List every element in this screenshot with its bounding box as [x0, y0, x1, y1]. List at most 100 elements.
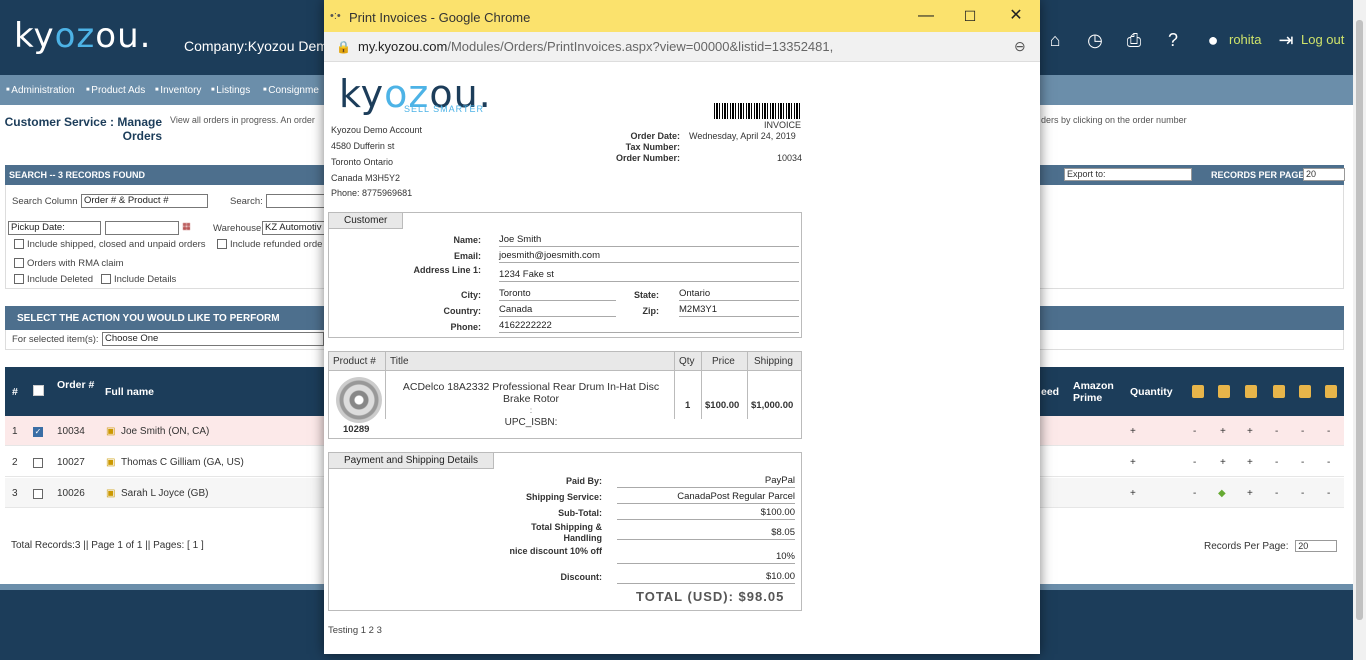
rma-checkbox[interactable]	[14, 258, 24, 269]
records-per-page-label: RECORDS PER PAGE:	[1211, 170, 1308, 180]
customer-state-value: Ontario	[679, 288, 799, 301]
quantity-plus[interactable]: +	[1130, 426, 1136, 437]
zip-label: Zip:	[642, 306, 660, 316]
calendar-icon[interactable]: ▦	[182, 221, 191, 232]
order-number-label: Order Number:	[615, 153, 680, 163]
nav-product-ads[interactable]: Product Ads	[86, 85, 145, 96]
cell-dash: -	[1275, 488, 1279, 499]
note-icon[interactable]	[1192, 385, 1204, 398]
col-order[interactable]: Order #	[57, 379, 97, 391]
order-edit-icon[interactable]: ▣	[106, 426, 115, 437]
nav-consignment[interactable]: Consignme	[263, 85, 319, 96]
col-amazon-prime[interactable]: Amazon Prime	[1073, 380, 1123, 404]
shipping-handling-label: Total Shipping & Handling	[531, 522, 602, 543]
include-deleted-option[interactable]: Include Deleted	[14, 274, 93, 285]
doc-icon[interactable]	[1299, 385, 1311, 398]
product-sku: 10289	[343, 424, 370, 435]
include-shipped-checkbox[interactable]	[14, 239, 24, 250]
nav-inventory[interactable]: Inventory	[155, 85, 201, 96]
clock-icon[interactable]: ◷	[1085, 30, 1105, 50]
cell-dash: -	[1301, 426, 1305, 437]
include-deleted-checkbox[interactable]	[14, 274, 24, 285]
export-select[interactable]: Export to:	[1064, 168, 1192, 181]
page-scrollbar[interactable]	[1353, 0, 1366, 660]
tax-number-label: Tax Number:	[625, 142, 680, 152]
col-quantity[interactable]: Quantity	[1130, 386, 1173, 398]
order-number[interactable]: 10027	[57, 457, 85, 468]
cell-plus[interactable]: +	[1220, 426, 1226, 437]
cell-plus[interactable]: +	[1247, 426, 1253, 437]
logout-icon[interactable]: ⇥	[1276, 30, 1296, 50]
city-label: City:	[461, 290, 481, 300]
address-bar[interactable]: 🔒 my.kyozou.com/Modules/Orders/PrintInvo…	[324, 32, 1040, 62]
include-refunded-checkbox[interactable]	[217, 239, 227, 250]
email-label: Email:	[453, 251, 481, 261]
include-deleted-label: Include Deleted	[27, 274, 94, 285]
col-divider	[385, 351, 386, 419]
lock-icon[interactable]: 🔒	[336, 40, 351, 54]
product-image	[336, 377, 382, 423]
include-refunded-option[interactable]: Include refunded orde	[217, 239, 322, 250]
customer-name[interactable]: Joe Smith (ON, CA)	[121, 426, 209, 437]
minimize-button[interactable]: —	[912, 6, 940, 26]
printer-icon[interactable]: ⎙	[1124, 30, 1144, 50]
help-icon[interactable]: ?	[1163, 30, 1183, 50]
search-column-select[interactable]: Order # & Product #	[81, 194, 208, 208]
records-per-page-select[interactable]: 20	[1303, 168, 1345, 181]
mail-icon[interactable]	[1273, 385, 1285, 398]
cell-status-icon[interactable]: ◆	[1218, 488, 1226, 499]
maximize-button[interactable]: ☐	[956, 6, 984, 26]
customer-name[interactable]: Sarah L Joyce (GB)	[121, 488, 208, 499]
close-button[interactable]: ✕	[1002, 6, 1030, 26]
order-number[interactable]: 10026	[57, 488, 85, 499]
row-checkbox[interactable]	[33, 489, 43, 499]
include-details-checkbox[interactable]	[101, 274, 111, 285]
product-qty: 1	[685, 400, 691, 411]
cell-plus[interactable]: +	[1247, 457, 1253, 468]
records-per-page-bottom-select[interactable]: 20	[1295, 540, 1338, 552]
kyozou-logo[interactable]: kyozou.	[14, 16, 151, 56]
customer-name[interactable]: Thomas C Gilliam (GA, US)	[121, 457, 244, 468]
quantity-plus[interactable]: +	[1130, 457, 1136, 468]
home-icon[interactable]: ⌂	[1045, 30, 1065, 50]
order-edit-icon[interactable]: ▣	[106, 457, 115, 468]
row-checkbox[interactable]: ✓	[33, 427, 43, 437]
action-select[interactable]: Choose One	[102, 332, 324, 346]
cell-plus[interactable]: +	[1220, 457, 1226, 468]
date-type-select[interactable]: Pickup Date:	[8, 221, 101, 235]
url[interactable]: my.kyozou.com/Modules/Orders/PrintInvoic…	[358, 39, 833, 54]
shipping-service-label: Shipping Service:	[525, 492, 602, 502]
include-details-option[interactable]: Include Details	[101, 274, 176, 285]
quantity-plus[interactable]: +	[1130, 488, 1136, 499]
tag-icon[interactable]	[1325, 385, 1337, 398]
cell-dash: -	[1275, 426, 1279, 437]
zoom-icon[interactable]: ⊖	[1014, 38, 1026, 55]
col-fullname[interactable]: Full name	[105, 386, 154, 398]
rma-option[interactable]: Orders with RMA claim	[14, 258, 124, 269]
col-speed[interactable]: eed	[1041, 386, 1059, 398]
select-all-checkbox[interactable]	[33, 385, 44, 396]
scrollbar-thumb[interactable]	[1356, 20, 1363, 620]
page-icon: •:•	[330, 10, 341, 22]
user-name[interactable]: rohita	[1229, 32, 1262, 47]
order-edit-icon[interactable]: ▣	[106, 488, 115, 499]
window-titlebar[interactable]: •:• Print Invoices - Google Chrome — ☐ ✕	[324, 0, 1040, 32]
col-qty: Qty	[679, 356, 695, 367]
row-checkbox[interactable]	[33, 458, 43, 468]
product-separator: :	[529, 406, 533, 415]
order-number[interactable]: 10034	[57, 426, 85, 437]
logout-link[interactable]: Log out	[1301, 32, 1344, 47]
cell-plus[interactable]: +	[1247, 488, 1253, 499]
include-shipped-option[interactable]: Include shipped, closed and unpaid order…	[14, 239, 206, 250]
nav-administration[interactable]: Administration	[6, 85, 74, 96]
warehouse-select[interactable]: KZ Automotiv	[262, 221, 326, 235]
user-icon[interactable]: ●	[1203, 30, 1223, 50]
date-input[interactable]	[105, 221, 179, 235]
ship-icon[interactable]	[1245, 385, 1257, 398]
cell-dash: -	[1193, 457, 1197, 468]
nav-listings[interactable]: Listings	[211, 85, 250, 96]
customer-address-value: 1234 Fake st	[499, 269, 799, 282]
invoice-notes: Testing 1 2 3	[328, 625, 382, 636]
search-input[interactable]	[266, 194, 326, 208]
edit-icon[interactable]	[1218, 385, 1230, 398]
